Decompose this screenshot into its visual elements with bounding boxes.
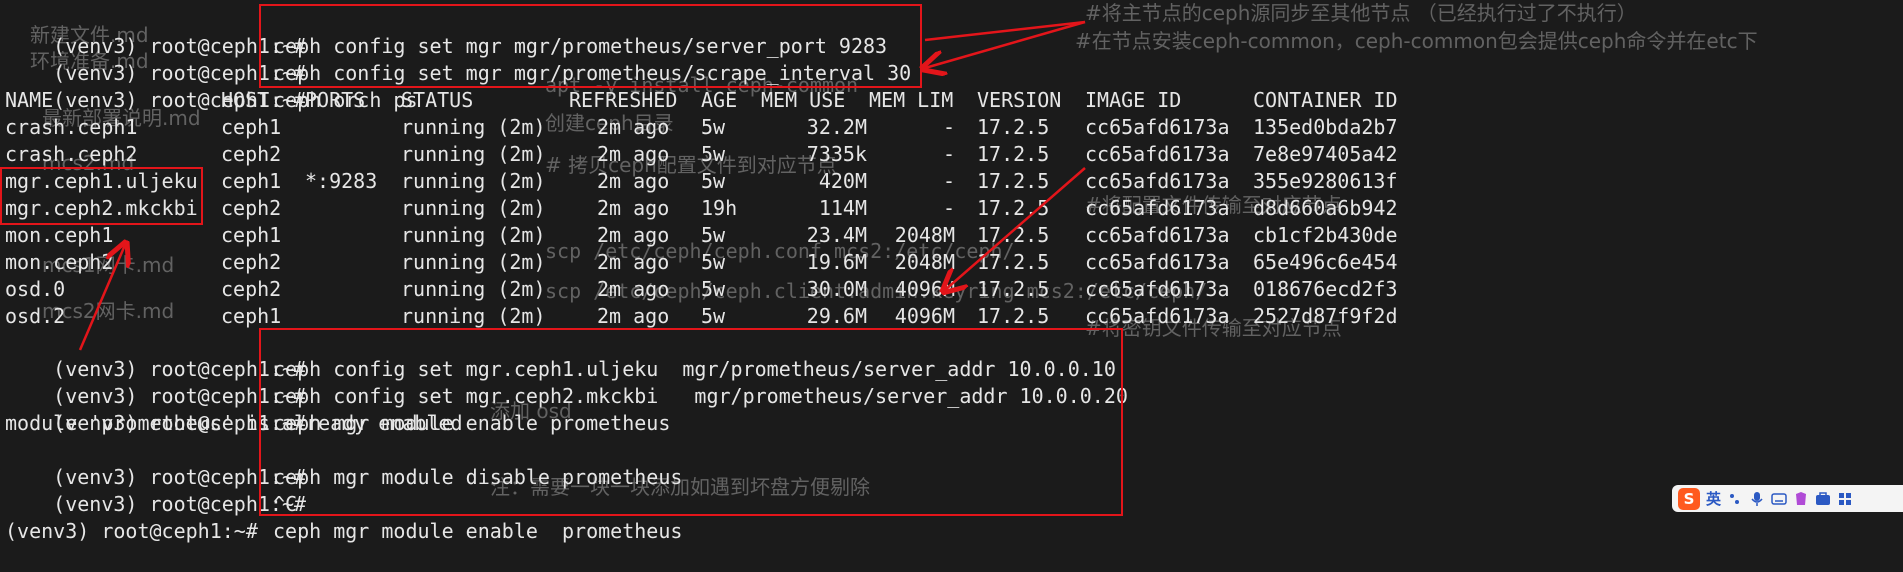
arrow-to-top-box	[925, 20, 1086, 68]
punctuation-icon[interactable]	[1727, 491, 1743, 507]
sogou-logo-icon[interactable]: S	[1678, 487, 1700, 510]
terminal-window[interactable]: 新建文件.md 环境准备.md 最新部署说明.md mcs2.md mcs1网卡…	[0, 0, 1903, 543]
arrow-to-top-box-2	[924, 20, 1086, 42]
microphone-icon[interactable]	[1749, 491, 1765, 507]
annotation-arrows	[78, 20, 1086, 351]
toolbox-icon[interactable]	[1815, 491, 1831, 507]
arrow-to-mgr-box	[78, 245, 125, 351]
arrow-to-mem-lim	[945, 167, 1086, 290]
ime-toolbar[interactable]: S 英	[1672, 485, 1903, 512]
ime-language-toggle[interactable]: 英	[1706, 488, 1721, 509]
keyboard-icon[interactable]	[1771, 491, 1787, 507]
menu-icon[interactable]	[1837, 491, 1853, 507]
skin-icon[interactable]	[1793, 491, 1809, 507]
